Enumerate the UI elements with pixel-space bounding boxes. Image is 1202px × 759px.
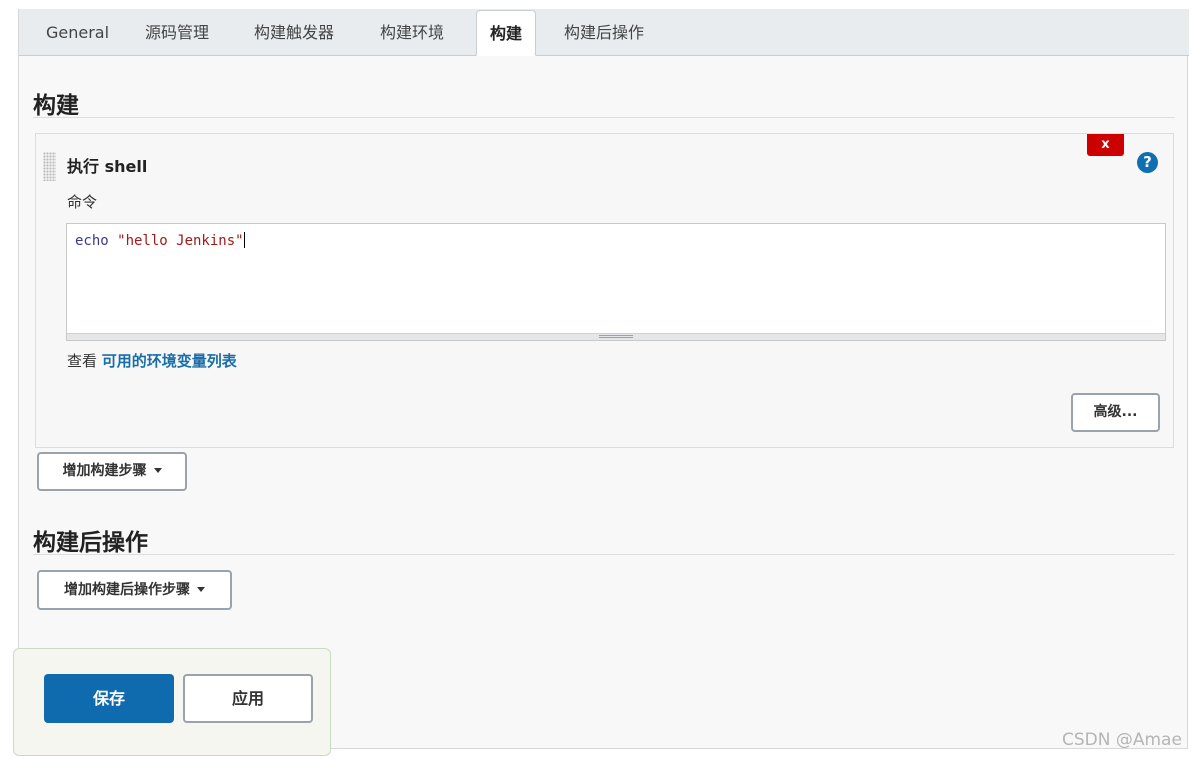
add-build-step-label: 增加构建步骤 xyxy=(62,463,147,479)
tab-build-triggers[interactable]: 构建触发器 xyxy=(254,21,334,45)
tab-build[interactable]: 构建 xyxy=(476,10,537,56)
caret-down-icon xyxy=(197,587,205,592)
post-build-section-divider xyxy=(33,554,1175,555)
caret-down-icon xyxy=(153,468,162,473)
form-footer: 保存 应用 xyxy=(13,648,331,756)
command-keyword: echo xyxy=(75,233,109,249)
build-section-title: 构建 xyxy=(33,93,79,119)
env-vars-line: 查看 可用的环境变量列表 xyxy=(67,350,237,371)
post-build-section-title: 构建后操作 xyxy=(33,530,148,556)
add-post-build-step-button[interactable]: 增加构建后操作步骤 xyxy=(37,570,232,610)
editor-resize-handle[interactable] xyxy=(67,333,1165,340)
config-tab-bar: General 源码管理 构建触发器 构建环境 构建 构建后操作 xyxy=(19,9,1189,56)
command-string: "hello Jenkins" xyxy=(108,233,244,249)
command-text: echo "hello Jenkins" xyxy=(75,232,245,249)
env-vars-link[interactable]: 可用的环境变量列表 xyxy=(102,352,237,370)
watermark: CSDN @Amae xyxy=(1062,730,1182,750)
step-title: 执行 shell xyxy=(67,157,148,176)
tab-general[interactable]: General xyxy=(46,21,109,45)
add-post-build-step-label: 增加构建后操作步骤 xyxy=(64,582,190,598)
command-editor[interactable]: echo "hello Jenkins" xyxy=(66,223,1166,341)
delete-step-button[interactable]: x xyxy=(1087,134,1124,156)
config-panel: General 源码管理 构建触发器 构建环境 构建 构建后操作 构建 执行 s… xyxy=(18,9,1189,749)
apply-button[interactable]: 应用 xyxy=(183,674,313,723)
save-button[interactable]: 保存 xyxy=(44,674,174,723)
execute-shell-step: 执行 shell x ? 命令 echo "hello Jenkins" 查看 … xyxy=(35,133,1174,448)
resize-grip-icon xyxy=(599,335,633,338)
tab-post-build-actions[interactable]: 构建后操作 xyxy=(564,21,644,45)
help-icon[interactable]: ? xyxy=(1137,152,1158,173)
advanced-button[interactable]: 高级... xyxy=(1071,393,1160,432)
tab-build-environment[interactable]: 构建环境 xyxy=(380,21,444,45)
add-build-step-button[interactable]: 增加构建步骤 xyxy=(37,452,187,491)
command-label: 命令 xyxy=(67,193,98,211)
tab-source-code-management[interactable]: 源码管理 xyxy=(145,21,209,45)
text-caret xyxy=(243,232,245,248)
env-vars-prefix: 查看 xyxy=(67,352,102,370)
drag-handle-icon[interactable] xyxy=(43,152,56,181)
build-section-divider xyxy=(33,117,1175,118)
